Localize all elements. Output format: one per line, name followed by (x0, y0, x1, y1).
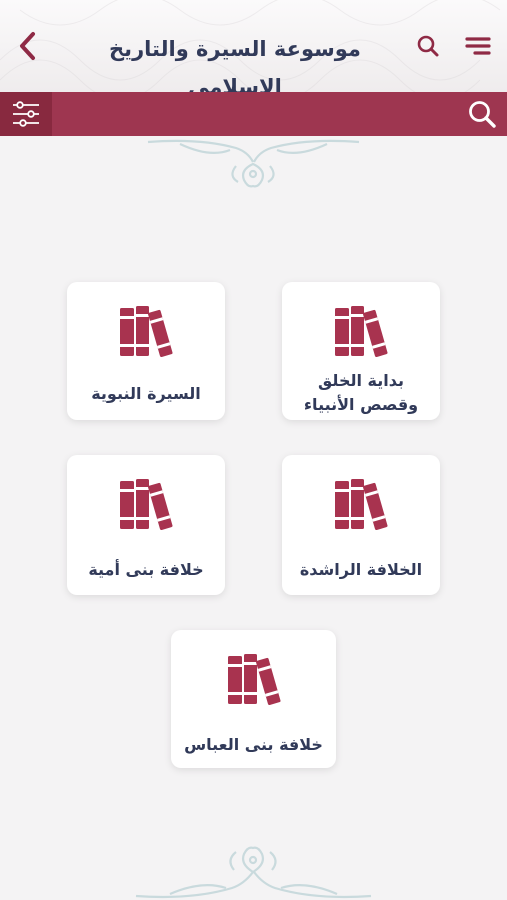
menu-icon (465, 37, 491, 55)
header-search-button[interactable] (410, 28, 446, 64)
books-icon (335, 306, 388, 357)
search-icon (469, 101, 496, 128)
screen: موسوعة السيرة والتاريخ الإسلامي بداية ال… (0, 0, 507, 900)
menu-button[interactable] (459, 27, 497, 65)
category-label-line2: وقصص الأنبياء (303, 395, 419, 414)
search-icon (417, 35, 439, 57)
category-card-umayyad-caliphate[interactable]: خلافة بنى أمية (67, 455, 225, 595)
category-label-line1: بداية الخلق (318, 371, 404, 390)
bottom-ornament-icon (135, 846, 372, 899)
page-title: موسوعة السيرة والتاريخ الإسلامي (109, 37, 361, 99)
search-submit-button[interactable] (460, 92, 504, 136)
category-card-rashidun-caliphate[interactable]: الخلافة الراشدة (282, 455, 440, 595)
search-bar (0, 92, 507, 136)
category-label: الخلافة الراشدة (299, 560, 423, 579)
app-header: موسوعة السيرة والتاريخ الإسلامي (0, 0, 507, 99)
search-input[interactable] (60, 98, 450, 130)
back-button[interactable] (10, 28, 46, 64)
category-label: خلافة بنى أمية (88, 560, 204, 579)
category-card-creation-prophets[interactable]: بداية الخلق وقصص الأنبياء (282, 282, 440, 420)
sliders-icon (13, 101, 39, 127)
category-label: خلافة بنى العباس (184, 735, 323, 754)
category-label: بداية الخلق وقصص الأنبياء (282, 369, 440, 417)
books-icon (120, 479, 173, 530)
top-ornament-icon (147, 139, 360, 188)
books-icon (120, 306, 173, 357)
filter-button[interactable] (0, 92, 52, 136)
chevron-left-icon (20, 32, 35, 60)
category-card-prophet-biography[interactable]: السيرة النبوية (67, 282, 225, 420)
books-icon (335, 479, 388, 530)
category-label: السيرة النبوية (91, 384, 201, 403)
books-icon (227, 654, 281, 705)
category-card-abbasid-caliphate[interactable]: خلافة بنى العباس (171, 630, 336, 768)
